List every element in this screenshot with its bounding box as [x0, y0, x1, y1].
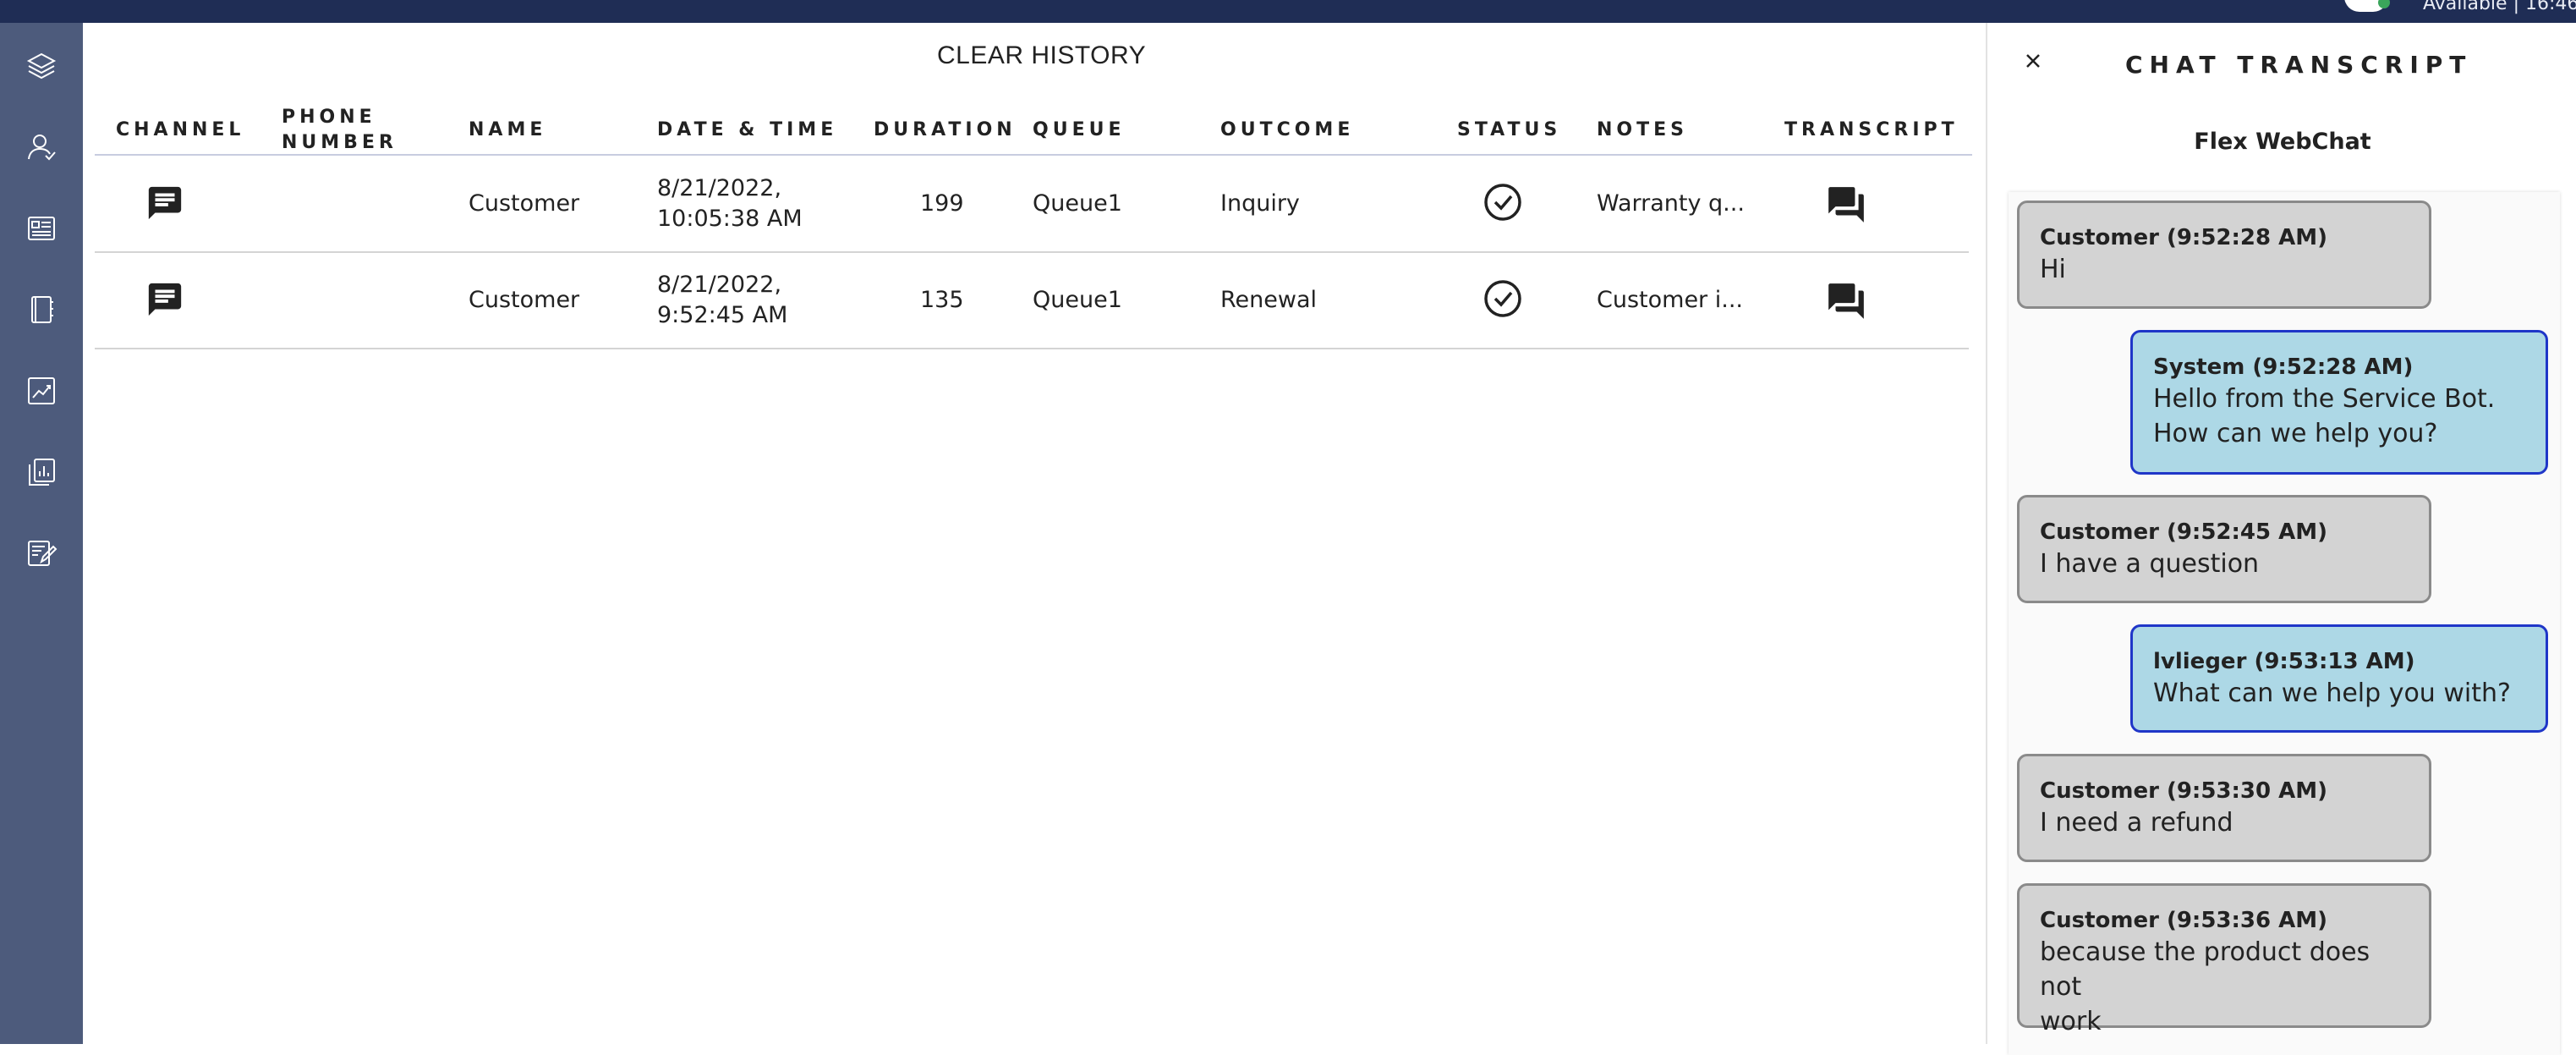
chat-message: Customer (9:53:30 AM) I need a refund [2017, 754, 2431, 862]
column-header-notes[interactable]: NOTES [1597, 118, 1688, 143]
row-divider [95, 251, 1969, 253]
row-duration: 135 [920, 287, 964, 313]
message-text: Hello from the Service Bot. [2153, 384, 2496, 414]
chat-message: Customer (9:52:28 AM) Hi [2017, 201, 2431, 309]
column-header-status[interactable]: STATUS [1457, 118, 1561, 143]
chat-message: lvlieger (9:53:13 AM) What can we help y… [2130, 624, 2548, 733]
id-card-icon[interactable] [19, 206, 64, 251]
chat-channel-name: Flex WebChat [2194, 129, 2371, 155]
forum-icon[interactable] [1825, 184, 1867, 226]
row-divider [95, 348, 1969, 349]
side-navigation [0, 23, 83, 1044]
column-header-name[interactable]: NAME [469, 118, 546, 143]
chat-message-list[interactable]: Customer (9:52:28 AM) Hi System (9:52:28… [2009, 192, 2560, 1055]
message-author: Customer (9:52:28 AM) [2040, 225, 2328, 250]
chat-message: System (9:52:28 AM) Hello from the Servi… [2130, 330, 2548, 475]
row-date: 8/21/2022, [657, 175, 782, 201]
row-duration: 199 [920, 190, 964, 217]
message-text: I need a refund [2040, 808, 2233, 838]
edit-notes-icon[interactable] [19, 530, 64, 576]
check-circle-icon [1483, 182, 1523, 223]
column-header-duration[interactable]: DURATION [874, 118, 1017, 143]
notebook-icon[interactable] [19, 287, 64, 332]
reports-icon[interactable] [19, 449, 64, 495]
status-indicator-dot [2378, 0, 2390, 8]
column-header-channel[interactable]: CHANNEL [116, 118, 244, 143]
row-time: 9:52:45 AM [657, 302, 788, 328]
top-bar: Available | 16:46 [0, 0, 2576, 23]
message-author: System (9:52:28 AM) [2153, 354, 2414, 380]
message-text: work [2040, 1007, 2102, 1036]
close-icon[interactable] [2020, 48, 2046, 74]
message-author: Customer (9:53:30 AM) [2040, 778, 2328, 804]
chat-icon [145, 184, 184, 223]
column-header-transcript[interactable]: TRANSCRIPT [1784, 118, 1959, 143]
message-author: Customer (9:52:45 AM) [2040, 519, 2328, 545]
chat-transcript-panel: CHAT TRANSCRIPT Flex WebChat Customer (9… [1986, 23, 2576, 1055]
row-queue: Queue1 [1033, 287, 1122, 313]
row-name: Customer [469, 190, 580, 217]
column-header-queue[interactable]: QUEUE [1033, 118, 1126, 143]
history-panel: CLEAR HISTORY CHANNEL PHONE NUMBER NAME … [83, 23, 1986, 1044]
message-author: Customer (9:53:36 AM) [2040, 908, 2328, 933]
row-date: 8/21/2022, [657, 272, 782, 298]
chat-message: Customer (9:53:36 AM) because the produc… [2017, 883, 2431, 1036]
row-outcome: Inquiry [1220, 190, 1300, 217]
message-text: because the product does not [2040, 937, 2370, 1002]
forum-icon[interactable] [1825, 280, 1867, 322]
chat-icon [145, 280, 184, 319]
contacts-icon[interactable] [19, 124, 64, 170]
chart-line-icon[interactable] [19, 368, 64, 414]
row-queue: Queue1 [1033, 190, 1122, 217]
message-text: What can we help you with? [2153, 679, 2511, 708]
message-text: I have a question [2040, 549, 2260, 579]
row-notes[interactable]: Warranty q... [1597, 189, 1745, 219]
message-text: How can we help you? [2153, 419, 2438, 448]
column-header-date-time[interactable]: DATE & TIME [657, 118, 837, 143]
row-time: 10:05:38 AM [657, 206, 803, 232]
availability-status: Available | 16:46 [2423, 0, 2576, 14]
row-notes[interactable]: Customer i... [1597, 285, 1743, 316]
chat-message: Customer (9:52:45 AM) I have a question [2017, 495, 2431, 603]
row-name: Customer [469, 287, 580, 313]
column-header-phone-number[interactable]: PHONE NUMBER [282, 105, 434, 156]
panel-title: CHAT TRANSCRIPT [2125, 51, 2473, 79]
check-circle-icon [1483, 278, 1523, 319]
table-header-divider [95, 154, 1972, 156]
layers-icon[interactable] [19, 43, 64, 89]
message-text: Hi [2040, 255, 2066, 284]
column-header-outcome[interactable]: OUTCOME [1220, 118, 1354, 143]
message-author: lvlieger (9:53:13 AM) [2153, 649, 2415, 674]
clear-history-button[interactable]: CLEAR HISTORY [937, 41, 1146, 70]
row-outcome: Renewal [1220, 287, 1318, 313]
